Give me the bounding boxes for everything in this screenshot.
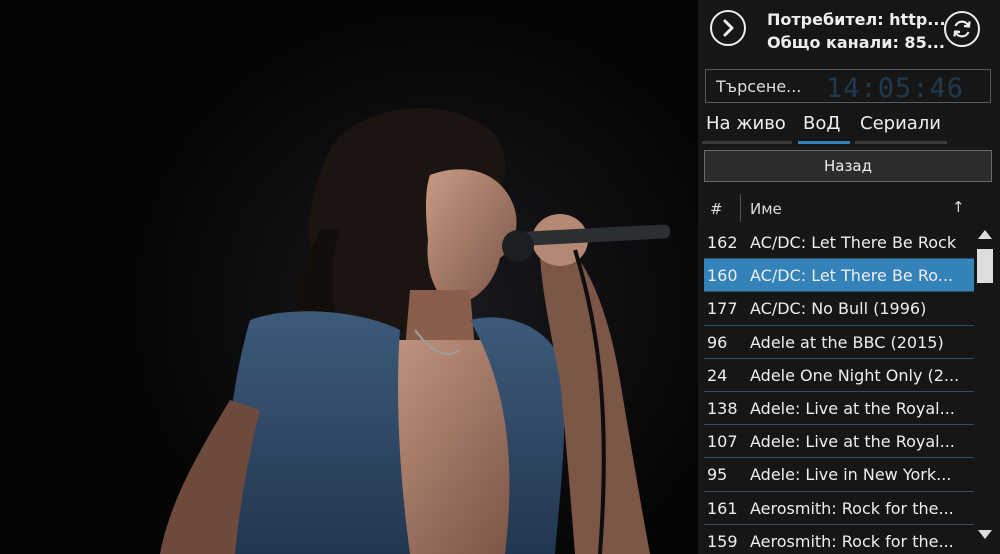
item-number: 162: [707, 233, 738, 252]
item-name: Aerosmith: Rock for the...: [750, 498, 954, 518]
column-number-header[interactable]: #: [710, 200, 723, 218]
tab-series[interactable]: Сериали: [860, 113, 941, 134]
tab-vod-underline: [798, 141, 850, 144]
refresh-button[interactable]: [944, 11, 980, 47]
item-name: Adele: Live in New York...: [750, 465, 952, 485]
concert-video-frame: [0, 0, 698, 554]
channels-count: Общо канали: 85...: [767, 33, 945, 52]
back-button[interactable]: Назад: [704, 150, 992, 182]
item-number: 161: [707, 498, 738, 518]
item-name: Adele One Night Only (2...: [750, 365, 960, 385]
tab-vod[interactable]: ВоД: [803, 113, 840, 134]
list-item[interactable]: 177 AC/DC: No Bull (1996): [704, 292, 974, 326]
user-line: Потребител: http...: [767, 10, 946, 29]
item-number: 96: [707, 332, 728, 352]
list-item[interactable]: 159 Aerosmith: Rock for the...: [704, 525, 974, 554]
list-scrollbar[interactable]: [976, 228, 994, 550]
video-player[interactable]: [0, 0, 698, 554]
vod-list: 162 AC/DC: Let There Be Rock 160 AC/DC: …: [704, 226, 974, 554]
list-item[interactable]: 24 Adele One Night Only (2...: [704, 359, 974, 392]
item-name: Adele at the BBC (2015): [750, 332, 944, 352]
list-item[interactable]: 96 Adele at the BBC (2015): [704, 326, 974, 359]
table-header: # Име ↑: [704, 192, 974, 224]
side-panel: Потребител: http... Общо канали: 85... 1…: [698, 0, 1000, 554]
search-input[interactable]: [706, 70, 990, 102]
scrollbar-thumb[interactable]: [977, 249, 993, 283]
list-item[interactable]: 138 Adele: Live at the Royal...: [704, 392, 974, 426]
account-info: Потребител: http... Общо канали: 85...: [767, 8, 946, 54]
item-number: 177: [707, 299, 738, 319]
sort-arrow-up-icon[interactable]: ↑: [952, 198, 965, 216]
item-name: Adele: Live at the Royal...: [750, 398, 955, 418]
column-divider: [740, 194, 741, 222]
scroll-up-arrow-icon[interactable]: [978, 230, 992, 239]
list-item[interactable]: 107 Adele: Live at the Royal...: [704, 425, 974, 459]
item-name: AC/DC: Let There Be Rock: [750, 233, 957, 252]
item-name: AC/DC: No Bull (1996): [750, 299, 927, 319]
tab-live-underline: [702, 141, 792, 144]
search-box: 14:05:46: [705, 69, 991, 104]
item-number: 138: [707, 398, 738, 418]
chevron-right-icon: [723, 19, 734, 37]
item-number: 159: [707, 531, 738, 551]
item-number: 160: [707, 266, 738, 286]
item-name: Aerosmith: Rock for the...: [750, 531, 954, 551]
play-button[interactable]: [710, 10, 746, 46]
item-number: 24: [707, 365, 728, 385]
item-number: 107: [707, 432, 738, 452]
list-item-selected[interactable]: 160 AC/DC: Let There Be Ro...: [704, 259, 974, 293]
scroll-down-arrow-icon[interactable]: [978, 530, 992, 539]
tab-live[interactable]: На живо: [706, 113, 786, 134]
list-item[interactable]: 95 Adele: Live in New York...: [704, 458, 974, 492]
tab-series-underline: [855, 141, 947, 144]
list-item[interactable]: 162 AC/DC: Let There Be Rock: [704, 226, 974, 260]
item-name: AC/DC: Let There Be Ro...: [750, 266, 954, 286]
item-number: 95: [707, 465, 728, 485]
refresh-icon: [953, 20, 971, 38]
column-name-header[interactable]: Име: [750, 200, 782, 218]
item-name: Adele: Live at the Royal...: [750, 432, 955, 452]
list-item[interactable]: 161 Aerosmith: Rock for the...: [704, 492, 974, 525]
